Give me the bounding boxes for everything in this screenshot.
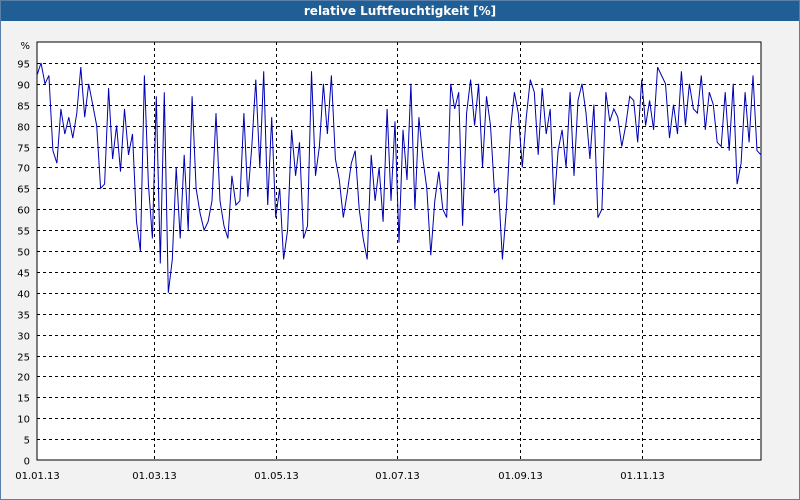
x-tick-label: 01.03.13 [132, 471, 177, 482]
y-tick-label: 95 [17, 60, 30, 71]
y-tick-label: 85 [17, 102, 30, 113]
y-tick-label: 15 [17, 394, 30, 405]
y-tick-labels: 0 5 10 15 20 25 30 35 40 45 50 55 60 65 70 75 80 85 90 95 [17, 60, 30, 468]
y-tick-label: 70 [17, 164, 30, 175]
y-tick-label: 80 [17, 123, 30, 134]
y-tick-label: 65 [17, 185, 30, 196]
y-tick-label: 5 [24, 436, 30, 447]
y-tick-label: 75 [17, 144, 30, 155]
y-tick-label: 35 [17, 311, 30, 322]
y-tick-label: 90 [17, 81, 30, 92]
y-tick-label: 0 [24, 457, 30, 468]
y-tick-label: 60 [17, 206, 30, 217]
y-tick-label: 50 [17, 248, 30, 259]
x-tick-label: 01.01.13 [15, 471, 60, 482]
y-tick-label: 30 [17, 332, 30, 343]
x-tick-label: 01.11.13 [620, 471, 665, 482]
y-axis-label: % [20, 41, 30, 52]
y-tick-label: 40 [17, 290, 30, 301]
y-tick-label: 25 [17, 353, 30, 364]
x-tick-labels: 01.01.13 01.03.13 01.05.13 01.07.13 01.09.13… [15, 471, 665, 482]
y-tick-label: 10 [17, 415, 30, 426]
humidity-chart: 0 5 10 15 20 25 30 35 40 45 50 55 60 65 70 75 80 85 90 95 0… [15, 41, 762, 482]
y-tick-label: 55 [17, 227, 30, 238]
y-tick-label: 45 [17, 269, 30, 280]
y-tick-label: 20 [17, 373, 30, 384]
x-tick-label: 01.07.13 [375, 471, 420, 482]
x-tick-label: 01.09.13 [498, 471, 543, 482]
x-tick-label: 01.05.13 [254, 471, 299, 482]
